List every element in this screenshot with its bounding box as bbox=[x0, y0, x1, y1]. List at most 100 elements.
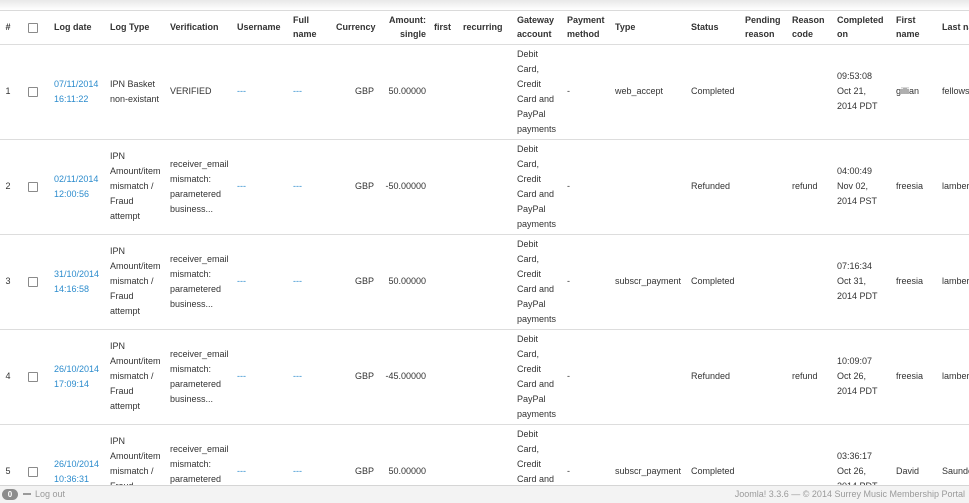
column-header-username[interactable]: Username bbox=[233, 11, 289, 45]
log-date-link[interactable]: 07/11/2014 16:11:22 bbox=[54, 79, 98, 104]
cell-currency: GBP bbox=[332, 424, 378, 485]
message-count-badge[interactable]: 0 bbox=[2, 489, 18, 500]
column-header-last-name[interactable]: Last name bbox=[938, 11, 969, 45]
username-value[interactable]: --- bbox=[237, 276, 246, 286]
row-select-checkbox[interactable] bbox=[28, 466, 38, 477]
column-header-type[interactable]: Type bbox=[611, 11, 687, 45]
column-header-currency[interactable]: Currency bbox=[332, 11, 378, 45]
cell-recurring bbox=[459, 139, 513, 235]
cell-payment-method: - bbox=[563, 44, 611, 140]
username-value[interactable]: --- bbox=[237, 466, 246, 476]
status-value: Refunded bbox=[691, 181, 731, 191]
verification-value: receiver_email mismatch: parametered bus… bbox=[170, 253, 229, 309]
row-select-checkbox[interactable] bbox=[28, 276, 38, 287]
cell-username: --- bbox=[233, 424, 289, 485]
column-header-label: Currency bbox=[336, 22, 376, 33]
column-header-num[interactable]: # bbox=[0, 11, 16, 45]
column-header-label: Payment method bbox=[567, 15, 605, 40]
log-date-link[interactable]: 02/11/2014 12:00:56 bbox=[54, 174, 98, 199]
num-value: 4 bbox=[5, 371, 11, 381]
column-header-label: Reason code bbox=[792, 15, 825, 40]
cell-last-name: lambert bbox=[938, 329, 969, 425]
column-header-completed-on[interactable]: Completed on bbox=[833, 11, 892, 45]
logout-link[interactable]: Log out bbox=[23, 489, 65, 500]
cell-type: web_accept bbox=[611, 44, 687, 140]
column-header-amount-single[interactable]: Amount: single bbox=[378, 11, 430, 45]
username-value[interactable]: --- bbox=[237, 371, 246, 381]
column-header-full-name[interactable]: Full name bbox=[289, 11, 332, 45]
full-name-value[interactable]: --- bbox=[293, 466, 302, 476]
reason-code-value: refund bbox=[792, 371, 818, 381]
log-type-value: IPN Amount/item mismatch / Fraud attempt bbox=[110, 246, 161, 316]
cell-full-name: --- bbox=[289, 234, 332, 330]
column-header-first-name[interactable]: First name bbox=[892, 11, 938, 45]
column-header-verification[interactable]: Verification bbox=[166, 11, 233, 45]
column-header-select[interactable] bbox=[16, 11, 50, 45]
column-header-log-type[interactable]: Log Type bbox=[106, 11, 166, 45]
column-header-recurring[interactable]: recurring bbox=[459, 11, 513, 45]
num-value: 1 bbox=[5, 86, 11, 96]
cell-gateway-account: Debit Card, Credit Card and PayPal payme… bbox=[513, 44, 563, 140]
log-type-value: IPN Amount/item mismatch / Fraud attempt bbox=[110, 436, 161, 485]
cell-full-name: --- bbox=[289, 44, 332, 140]
cell-log-type: IPN Amount/item mismatch / Fraud attempt bbox=[106, 329, 166, 425]
cell-first bbox=[430, 329, 459, 425]
cell-num: 4 bbox=[0, 329, 16, 425]
log-date-link[interactable]: 31/10/2014 14:16:58 bbox=[54, 269, 99, 294]
column-header-first[interactable]: first bbox=[430, 11, 459, 45]
column-header-gateway-account[interactable]: Gateway account bbox=[513, 11, 563, 45]
full-name-value[interactable]: --- bbox=[293, 181, 302, 191]
cell-username: --- bbox=[233, 139, 289, 235]
row-select-checkbox[interactable] bbox=[28, 181, 38, 192]
amount-single-value: 50.00000 bbox=[388, 86, 426, 96]
cell-last-name: fellows bbox=[938, 44, 969, 140]
full-name-value[interactable]: --- bbox=[293, 276, 302, 286]
cell-verification: VERIFIED bbox=[166, 44, 233, 140]
cell-num: 2 bbox=[0, 139, 16, 235]
currency-value: GBP bbox=[354, 466, 374, 476]
row-select-checkbox[interactable] bbox=[28, 86, 38, 97]
row-select-checkbox[interactable] bbox=[28, 371, 38, 382]
cell-amount-single: -50.00000 bbox=[378, 139, 430, 235]
username-value[interactable]: --- bbox=[237, 86, 246, 96]
cell-pending-reason bbox=[741, 139, 788, 235]
table-row: 4 26/10/2014 17:09:14 IPN Amount/item mism… bbox=[0, 329, 969, 425]
full-name-value[interactable]: --- bbox=[293, 86, 302, 96]
column-header-payment-method[interactable]: Payment method bbox=[563, 11, 611, 45]
cell-username: --- bbox=[233, 234, 289, 330]
minus-icon bbox=[23, 492, 31, 495]
last-name-value: Saunders bbox=[942, 466, 969, 476]
cell-pending-reason bbox=[741, 329, 788, 425]
last-name-value: fellows bbox=[942, 86, 969, 96]
username-value[interactable]: --- bbox=[237, 181, 246, 191]
cell-first-name: freesia bbox=[892, 234, 938, 330]
log-date-link[interactable]: 26/10/2014 17:09:14 bbox=[54, 364, 99, 389]
log-date-link[interactable]: 26/10/2014 10:36:31 bbox=[54, 459, 99, 484]
reason-code-value: refund bbox=[792, 181, 818, 191]
cell-username: --- bbox=[233, 44, 289, 140]
payment-method-value: - bbox=[567, 466, 570, 476]
select-all-checkbox[interactable] bbox=[28, 22, 38, 33]
first-name-value: freesia bbox=[896, 371, 924, 381]
full-name-value[interactable]: --- bbox=[293, 371, 302, 381]
cell-reason-code: refund bbox=[788, 139, 833, 235]
completed-on-value: 10:09:07 Oct 26, 2014 PDT bbox=[837, 356, 878, 396]
status-value: Refunded bbox=[691, 371, 731, 381]
cell-gateway-account: Debit Card, Credit Card and PayPal payme… bbox=[513, 139, 563, 235]
column-header-label: Full name bbox=[293, 15, 317, 40]
table-row: 1 07/11/2014 16:11:22 IPN Basket non-exist… bbox=[0, 44, 969, 140]
column-header-label: Verification bbox=[170, 22, 219, 33]
cell-pending-reason bbox=[741, 44, 788, 140]
verification-value: VERIFIED bbox=[170, 86, 212, 96]
cell-select bbox=[16, 44, 50, 140]
cell-payment-method: - bbox=[563, 139, 611, 235]
column-header-pending-reason[interactable]: Pending reason bbox=[741, 11, 788, 45]
column-header-log-date[interactable]: Log date bbox=[50, 11, 106, 45]
cell-gateway-account: Debit Card, Credit Card and PayPal payme… bbox=[513, 329, 563, 425]
cell-completed-on: 10:09:07 Oct 26, 2014 PDT bbox=[833, 329, 892, 425]
cell-payment-method: - bbox=[563, 329, 611, 425]
cell-log-date: 26/10/2014 10:36:31 bbox=[50, 424, 106, 485]
column-header-reason-code[interactable]: Reason code bbox=[788, 11, 833, 45]
column-header-status[interactable]: Status bbox=[687, 11, 741, 45]
cell-status: Completed bbox=[687, 234, 741, 330]
